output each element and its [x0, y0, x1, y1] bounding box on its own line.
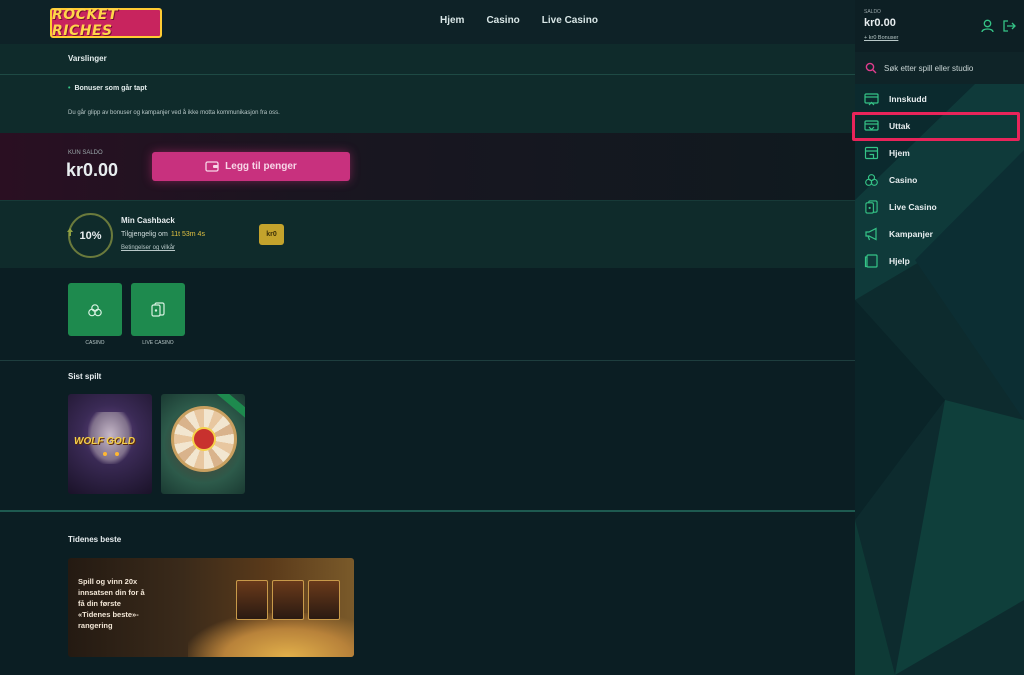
game-tile-crazy-time[interactable]	[161, 394, 245, 494]
sidebar-item-label: Hjelp	[889, 256, 910, 266]
logo[interactable]: ROCKET RICHES	[50, 7, 162, 39]
cashback-progress-ring: 10%	[68, 213, 113, 258]
sidebar-item-live-casino[interactable]: Live Casino	[855, 194, 1024, 221]
game-art-hub	[192, 427, 216, 451]
category-live-casino-label: LIVE CASINO	[142, 340, 174, 346]
sidebar-item-label: Hjem	[889, 148, 910, 158]
sidebar-item-uttak[interactable]: Uttak	[855, 113, 1024, 140]
sidebar-item-kampanjer[interactable]: Kampanjer	[855, 221, 1024, 248]
saldo-label: SALDO	[864, 9, 881, 15]
sidebar-item-label: Uttak	[889, 121, 911, 131]
cashback-amount-badge: kr0	[259, 224, 284, 245]
section-divider	[0, 510, 855, 512]
sidebar-item-label: Live Casino	[889, 202, 937, 212]
withdraw-icon	[864, 120, 879, 131]
live-casino-cards-icon	[865, 200, 878, 214]
search-icon	[865, 62, 877, 74]
sidebar-item-label: Innskudd	[889, 94, 927, 104]
game-tile-wolf-gold[interactable]: WOLF GOLD	[68, 394, 152, 494]
home-icon	[864, 146, 879, 160]
category-casino-label: CASINO	[85, 340, 105, 346]
help-book-icon	[864, 254, 878, 268]
balance-label: KUN SALDO	[68, 150, 103, 156]
balance-value: kr0.00	[66, 160, 119, 180]
logout-icon[interactable]	[1002, 19, 1016, 33]
divider	[0, 74, 855, 75]
game-title: WOLF GOLD	[74, 436, 136, 447]
bullet-icon: •	[68, 85, 71, 92]
sidebar-item-innskudd[interactable]: Innskudd	[855, 86, 1024, 113]
cashback-title: Min Cashback	[121, 216, 175, 225]
notification-description: Du går glipp av bonuser og kampanjer ved…	[68, 110, 280, 116]
notifications-panel: Varslinger • Bonuser som går tapt Du går …	[0, 44, 855, 133]
sidebar-item-hjelp[interactable]: Hjelp	[855, 248, 1024, 275]
add-money-label: Legg til penger	[225, 161, 297, 172]
search-placeholder: Søk etter spill eller studio	[884, 64, 974, 73]
logo-text: ROCKET RICHES	[52, 7, 118, 39]
arrow-up-icon	[67, 228, 73, 236]
bonus-link[interactable]: + kr0 Bonuser	[864, 35, 898, 41]
game-art-eyes	[103, 452, 119, 456]
section-divider	[0, 360, 855, 361]
recently-played-title: Sist spilt	[68, 372, 102, 381]
cashback-terms-link[interactable]: Betingelser og vilkår	[121, 245, 175, 251]
deposit-icon	[864, 93, 879, 106]
nav-casino[interactable]: Casino	[486, 15, 519, 26]
nav-live-casino[interactable]: Live Casino	[542, 15, 598, 26]
live-casino-cards-icon	[151, 302, 165, 317]
cashback-available: Tilgjengelig om 11t 53m 4s	[121, 231, 205, 238]
casino-chips-icon	[88, 303, 102, 316]
add-money-button[interactable]: Legg til penger	[152, 152, 350, 181]
nav-home[interactable]: Hjem	[440, 15, 464, 26]
best-ever-promo-banner[interactable]: Spill og vinn 20x innsatsen din for å få…	[68, 558, 354, 657]
sidebar-item-label: Kampanjer	[889, 229, 933, 239]
promo-text: Spill og vinn 20x innsatsen din for å få…	[78, 577, 145, 630]
sidebar: SALDO kr0.00 + kr0 Bonuser Søk etter spi…	[855, 0, 1024, 675]
sidebar-item-hjem[interactable]: Hjem	[855, 140, 1024, 167]
cashback-countdown: 11t 53m 4s	[170, 231, 205, 238]
sidebar-account-header: SALDO kr0.00 + kr0 Bonuser	[855, 0, 1024, 52]
promo-slot-machines-art	[236, 580, 340, 620]
main-nav: Hjem Casino Live Casino	[440, 15, 598, 26]
notifications-title: Varslinger	[68, 54, 107, 63]
top-bar: ROCKET RICHES Hjem Casino Live Casino	[0, 0, 855, 44]
notification-item-label: Bonuser som går tapt	[74, 85, 147, 92]
category-live-casino-tile[interactable]	[131, 283, 185, 336]
cashback-percent: 10%	[79, 229, 102, 242]
balance-panel: KUN SALDO kr0.00 Legg til penger	[0, 133, 855, 200]
user-icon[interactable]	[981, 19, 994, 33]
best-ever-title: Tidenes beste	[68, 535, 122, 544]
saldo-value: kr0.00	[864, 17, 896, 29]
megaphone-icon	[865, 227, 877, 241]
category-casino-tile[interactable]	[68, 283, 122, 336]
cashback-panel: 10% Min Cashback Tilgjengelig om 11t 53m …	[0, 200, 855, 268]
sidebar-item-casino[interactable]: Casino	[855, 167, 1024, 194]
casino-chips-icon	[865, 174, 878, 186]
sidebar-item-label: Casino	[889, 175, 918, 185]
cashback-available-label: Tilgjengelig om	[121, 231, 168, 238]
main-content: ROCKET RICHES Hjem Casino Live Casino Va…	[0, 0, 855, 675]
wallet-icon	[205, 161, 219, 172]
notification-item[interactable]: • Bonuser som går tapt	[68, 85, 147, 92]
search-bar[interactable]: Søk etter spill eller studio	[855, 52, 1024, 84]
